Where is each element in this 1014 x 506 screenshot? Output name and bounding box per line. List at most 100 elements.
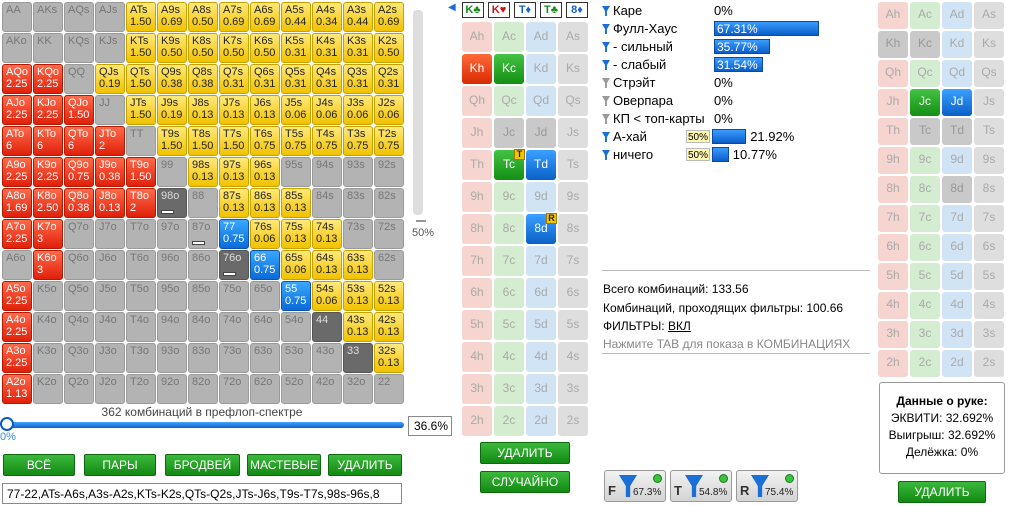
board-pick-ad[interactable]: Ad <box>526 22 556 52</box>
range-cell-94s[interactable]: 94s <box>312 157 342 187</box>
range-cell-k4o[interactable]: K4o <box>33 312 63 342</box>
range-cell-97o[interactable]: 97o <box>157 219 187 249</box>
range-cell-j3s[interactable]: J3s 0.06 <box>343 95 373 125</box>
hand-pick-9c[interactable]: 9c <box>910 147 940 174</box>
board-pick-4c[interactable]: 4c <box>494 342 524 372</box>
range-cell-t2o[interactable]: T2o <box>126 374 156 404</box>
range-cell-k3o[interactable]: K3o <box>33 343 63 373</box>
range-cell-aa[interactable]: AA <box>2 2 32 32</box>
range-percent-slider[interactable] <box>6 422 404 428</box>
range-cell-76s[interactable]: 76s 0.06 <box>250 219 280 249</box>
board-pick-8h[interactable]: 8h <box>462 214 492 244</box>
board-random-button[interactable]: СЛУЧАЙНО <box>480 471 570 493</box>
range-cell-q8o[interactable]: Q8o 0.38 <box>64 188 94 218</box>
board-pick-jc[interactable]: Jc <box>494 118 524 148</box>
board-pick-3h[interactable]: 3h <box>462 374 492 404</box>
range-cell-ato[interactable]: ATo 6 <box>2 126 32 156</box>
range-cell-t5s[interactable]: T5s 0.75 <box>281 126 311 156</box>
board-pick-7s[interactable]: 7s <box>558 246 588 276</box>
range-cell-k6s[interactable]: K6s 0.50 <box>250 33 280 63</box>
range-cell-98s[interactable]: 98s 0.13 <box>188 157 218 187</box>
select-pairs-button[interactable]: ПАРЫ <box>84 454 156 476</box>
range-cell-43s[interactable]: 43s 0.13 <box>343 312 373 342</box>
hand-pick-4d[interactable]: 4d <box>942 292 972 319</box>
range-cell-95o[interactable]: 95o <box>157 281 187 311</box>
board-pick-9d[interactable]: 9d <box>526 182 556 212</box>
board-pick-6d[interactable]: 6d <box>526 278 556 308</box>
range-cell-q6s[interactable]: Q6s 0.31 <box>250 64 280 94</box>
filter-funnel-icon[interactable] <box>602 96 610 106</box>
range-cell-22[interactable]: 22 <box>374 374 404 404</box>
range-cell-j3o[interactable]: J3o <box>95 343 125 373</box>
range-cell-92o[interactable]: 92o <box>157 374 187 404</box>
range-cell-tt[interactable]: TT <box>126 126 156 156</box>
hand-pick-jc[interactable]: Jc <box>910 89 940 116</box>
range-cell-72s[interactable]: 72s <box>374 219 404 249</box>
range-cell-kk[interactable]: KK <box>33 33 63 63</box>
hand-pick-as[interactable]: As <box>974 2 1004 29</box>
board-pick-3c[interactable]: 3c <box>494 374 524 404</box>
range-cell-t5o[interactable]: T5o <box>126 281 156 311</box>
select-all-button[interactable]: ВСЁ <box>3 454 75 476</box>
range-cell-66[interactable]: 66 0.75 <box>250 250 280 280</box>
board-card-5[interactable]: 8♦ <box>566 2 588 18</box>
hand-pick-8s[interactable]: 8s <box>974 176 1004 203</box>
hand-pick-5c[interactable]: 5c <box>910 263 940 290</box>
range-cell-42s[interactable]: 42s 0.13 <box>374 312 404 342</box>
range-cell-52o[interactable]: 52o <box>281 374 311 404</box>
range-cell-85o[interactable]: 85o <box>188 281 218 311</box>
range-cell-q3s[interactable]: Q3s 0.31 <box>343 64 373 94</box>
range-cell-64s[interactable]: 64s 0.13 <box>312 250 342 280</box>
range-cell-j9s[interactable]: J9s 0.19 <box>157 95 187 125</box>
filter-button-t[interactable]: T 54.8% <box>670 470 732 502</box>
range-cell-t6s[interactable]: T6s 0.75 <box>250 126 280 156</box>
hand-pick-9s[interactable]: 9s <box>974 147 1004 174</box>
hand-pick-kh[interactable]: Kh <box>878 31 908 58</box>
hand-pick-7s[interactable]: 7s <box>974 205 1004 232</box>
range-cell-a3s[interactable]: A3s 0.44 <box>343 2 373 32</box>
filter-funnel-icon[interactable] <box>602 132 610 142</box>
range-cell-74s[interactable]: 74s 0.13 <box>312 219 342 249</box>
range-cell-k3s[interactable]: K3s 0.31 <box>343 33 373 63</box>
range-cell-32s[interactable]: 32s 0.13 <box>374 343 404 373</box>
hand-pick-4s[interactable]: 4s <box>974 292 1004 319</box>
range-cell-q5s[interactable]: Q5s 0.31 <box>281 64 311 94</box>
hand-pick-7h[interactable]: 7h <box>878 205 908 232</box>
range-cell-j2o[interactable]: J2o <box>95 374 125 404</box>
range-cell-63o[interactable]: 63o <box>250 343 280 373</box>
range-cell-j7o[interactable]: J7o <box>95 219 125 249</box>
range-text-input[interactable]: 77-22,ATs-A6s,A3s-A2s,KTs-K2s,QTs-Q2s,JT… <box>2 483 402 504</box>
board-pick-4s[interactable]: 4s <box>558 342 588 372</box>
select-suited-button[interactable]: МАСТЕВЫЕ <box>247 454 321 476</box>
range-cell-kts[interactable]: KTs 1.50 <box>126 33 156 63</box>
range-cell-j4s[interactable]: J4s 0.06 <box>312 95 342 125</box>
range-cell-kjs[interactable]: KJs <box>95 33 125 63</box>
range-cell-83o[interactable]: 83o <box>188 343 218 373</box>
range-cell-82o[interactable]: 82o <box>188 374 218 404</box>
board-pick-qs[interactable]: Qs <box>558 86 588 116</box>
range-cell-t7o[interactable]: T7o <box>126 219 156 249</box>
range-cell-qjs[interactable]: QJs 0.19 <box>95 64 125 94</box>
range-cell-q9s[interactable]: Q9s 0.38 <box>157 64 187 94</box>
filter-funnel-icon[interactable] <box>602 114 610 124</box>
range-cell-k2o[interactable]: K2o <box>33 374 63 404</box>
range-cell-qts[interactable]: QTs 1.50 <box>126 64 156 94</box>
hand-pick-9d[interactable]: 9d <box>942 147 972 174</box>
board-pick-3d[interactable]: 3d <box>526 374 556 404</box>
board-delete-button[interactable]: УДАЛИТЬ <box>480 442 570 464</box>
range-cell-73s[interactable]: 73s <box>343 219 373 249</box>
range-percent-input[interactable]: 36.6% <box>408 416 452 436</box>
range-cell-72o[interactable]: 72o <box>219 374 249 404</box>
board-pick-js[interactable]: Js <box>558 118 588 148</box>
range-cell-a9o[interactable]: A9o 2.25 <box>2 157 32 187</box>
range-cell-t3s[interactable]: T3s 0.75 <box>343 126 373 156</box>
range-cell-q2o[interactable]: Q2o <box>64 374 94 404</box>
board-pick-6c[interactable]: 6c <box>494 278 524 308</box>
range-cell-97s[interactable]: 97s 0.13 <box>219 157 249 187</box>
clear-range-button[interactable]: УДАЛИТЬ <box>328 454 402 476</box>
range-cell-t9s[interactable]: T9s 1.50 <box>157 126 187 156</box>
hand-pick-ac[interactable]: Ac <box>910 2 940 29</box>
range-cell-q4o[interactable]: Q4o <box>64 312 94 342</box>
range-cell-99[interactable]: 99 <box>157 157 187 187</box>
range-cell-62o[interactable]: 62o <box>250 374 280 404</box>
